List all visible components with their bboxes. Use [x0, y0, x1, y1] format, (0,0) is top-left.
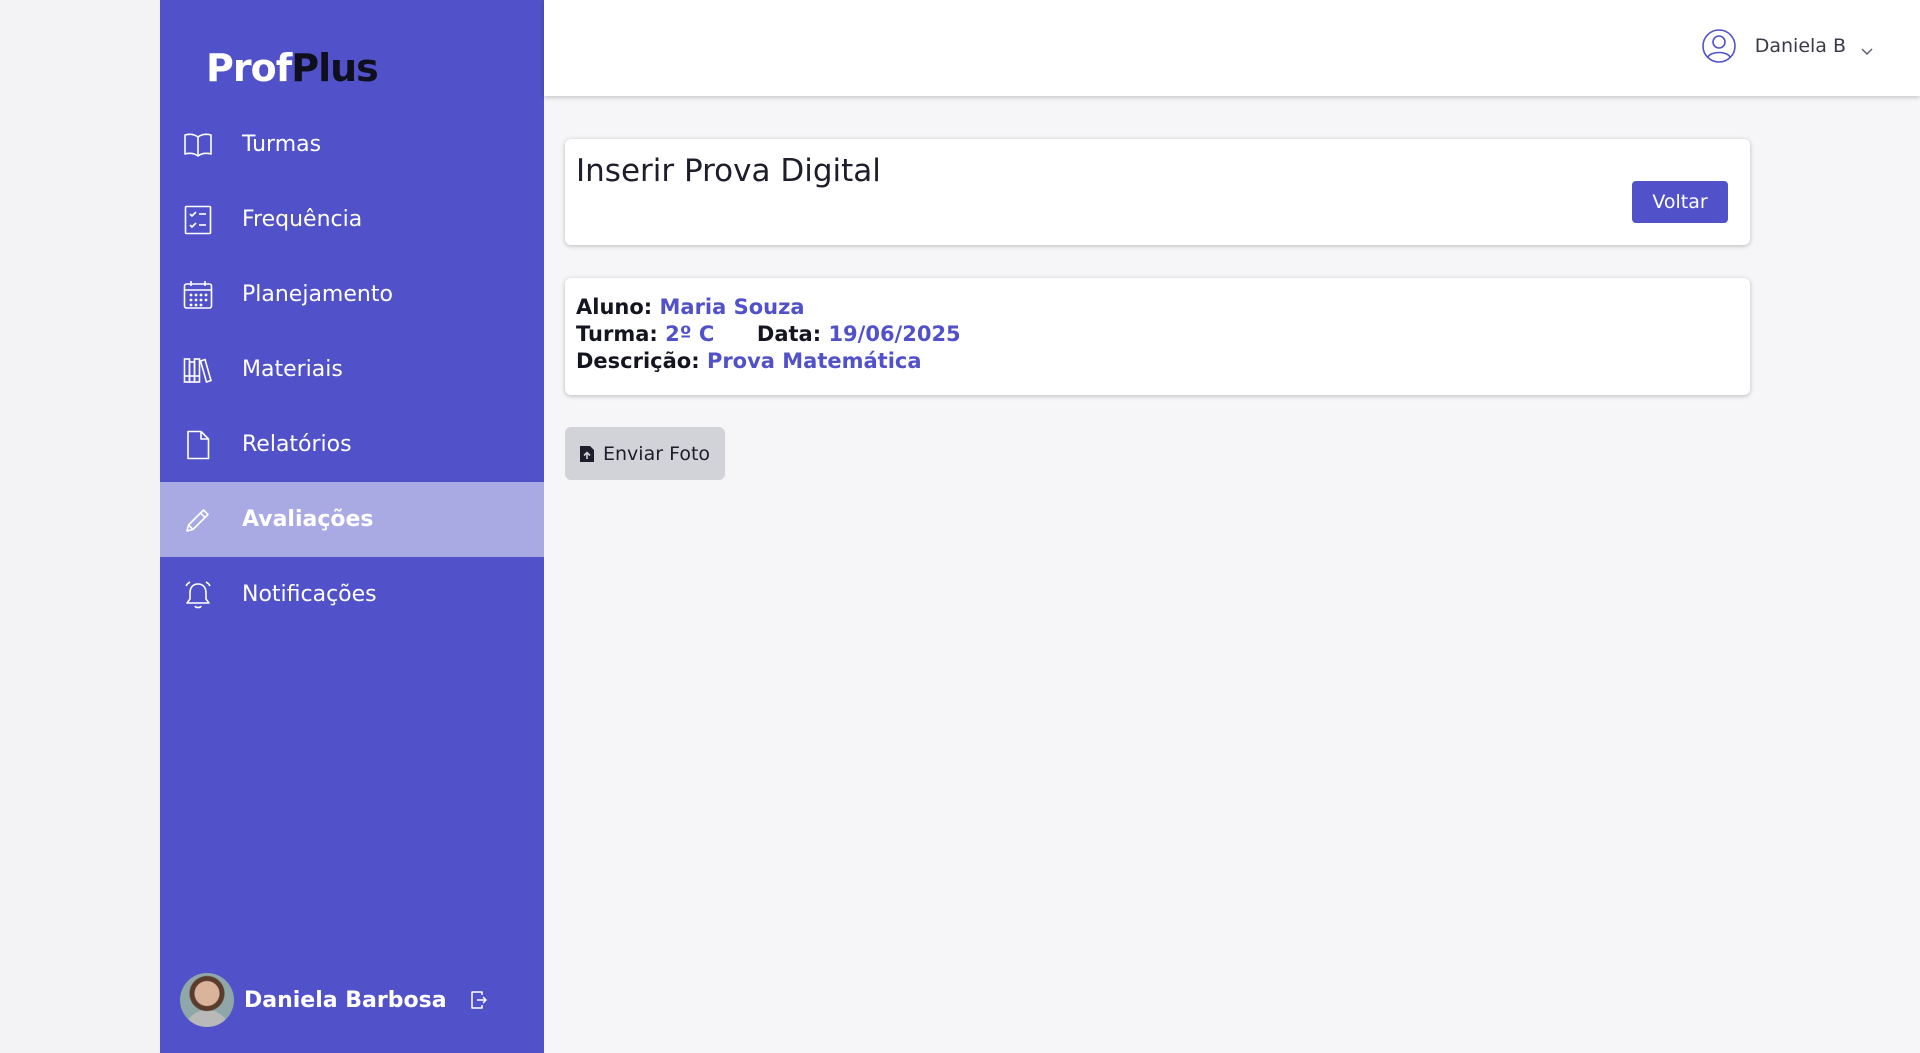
- logo-text-plus: Plus: [291, 46, 379, 90]
- class-value: 2º C: [665, 322, 715, 346]
- checklist-icon: [182, 204, 214, 236]
- sidebar-item-label: Planejamento: [242, 282, 393, 307]
- exam-info-card: Aluno: Maria Souza Turma: 2º C Data: 19/…: [565, 278, 1750, 395]
- upload-photo-button[interactable]: Enviar Foto: [565, 427, 725, 480]
- logo-text-prof: Prof: [206, 46, 292, 90]
- sidebar-item-relatorios[interactable]: Relatórios: [160, 407, 544, 482]
- sidebar-item-planejamento[interactable]: Planejamento: [160, 257, 544, 332]
- bell-icon: [182, 579, 214, 611]
- sidebar-user: Daniela Barbosa: [180, 973, 489, 1027]
- sidebar: ProfPlus Turmas Frequência Planejamento …: [160, 0, 544, 1053]
- back-button[interactable]: Voltar: [1632, 181, 1728, 223]
- description-line: Descrição: Prova Matemática: [576, 348, 1739, 375]
- page-title: Inserir Prova Digital: [576, 153, 881, 189]
- calendar-icon: [182, 279, 214, 311]
- sidebar-item-materiais[interactable]: Materiais: [160, 332, 544, 407]
- date-label: Data:: [756, 322, 822, 346]
- sidebar-item-label: Relatórios: [242, 432, 352, 457]
- sidebar-item-frequencia[interactable]: Frequência: [160, 182, 544, 257]
- document-icon: [182, 429, 214, 461]
- upload-photo-label: Enviar Foto: [603, 442, 711, 465]
- upload-icon: [579, 445, 595, 463]
- description-label: Descrição:: [576, 349, 700, 373]
- pencil-icon: [182, 504, 214, 536]
- sidebar-item-label: Notificações: [242, 582, 377, 607]
- avatar[interactable]: [180, 973, 234, 1027]
- sidebar-item-turmas[interactable]: Turmas: [160, 107, 544, 182]
- book-open-icon: [182, 129, 214, 161]
- student-value: Maria Souza: [659, 295, 805, 319]
- header-card: Inserir Prova Digital Voltar: [565, 139, 1750, 245]
- date-value: 19/06/2025: [828, 322, 961, 346]
- class-label: Turma:: [576, 322, 658, 346]
- sidebar-user-name: Daniela Barbosa: [244, 987, 447, 1013]
- sidebar-item-avaliacoes[interactable]: Avaliações: [160, 482, 544, 557]
- app-logo[interactable]: ProfPlus: [206, 46, 379, 90]
- topbar: Daniela B: [544, 0, 1920, 96]
- student-line: Aluno: Maria Souza: [576, 294, 1739, 321]
- sidebar-item-label: Turmas: [242, 132, 322, 157]
- description-value: Prova Matemática: [706, 349, 922, 373]
- sidebar-item-notificacoes[interactable]: Notificações: [160, 557, 544, 632]
- sidebar-item-label: Materiais: [242, 357, 343, 382]
- user-circle-icon: [1701, 28, 1737, 64]
- library-icon: [182, 354, 214, 386]
- chevron-down-icon: [1860, 41, 1874, 55]
- user-menu-name: Daniela B: [1754, 35, 1846, 57]
- page-gutter: [0, 0, 160, 1053]
- sidebar-nav: Turmas Frequência Planejamento Materiais…: [160, 107, 544, 632]
- sidebar-item-label: Avaliações: [242, 507, 374, 532]
- user-menu[interactable]: Daniela B: [1701, 28, 1874, 64]
- sidebar-item-label: Frequência: [242, 207, 363, 232]
- student-label: Aluno:: [576, 295, 653, 319]
- logout-icon[interactable]: [469, 990, 489, 1010]
- class-date-line: Turma: 2º C Data: 19/06/2025: [576, 321, 1739, 348]
